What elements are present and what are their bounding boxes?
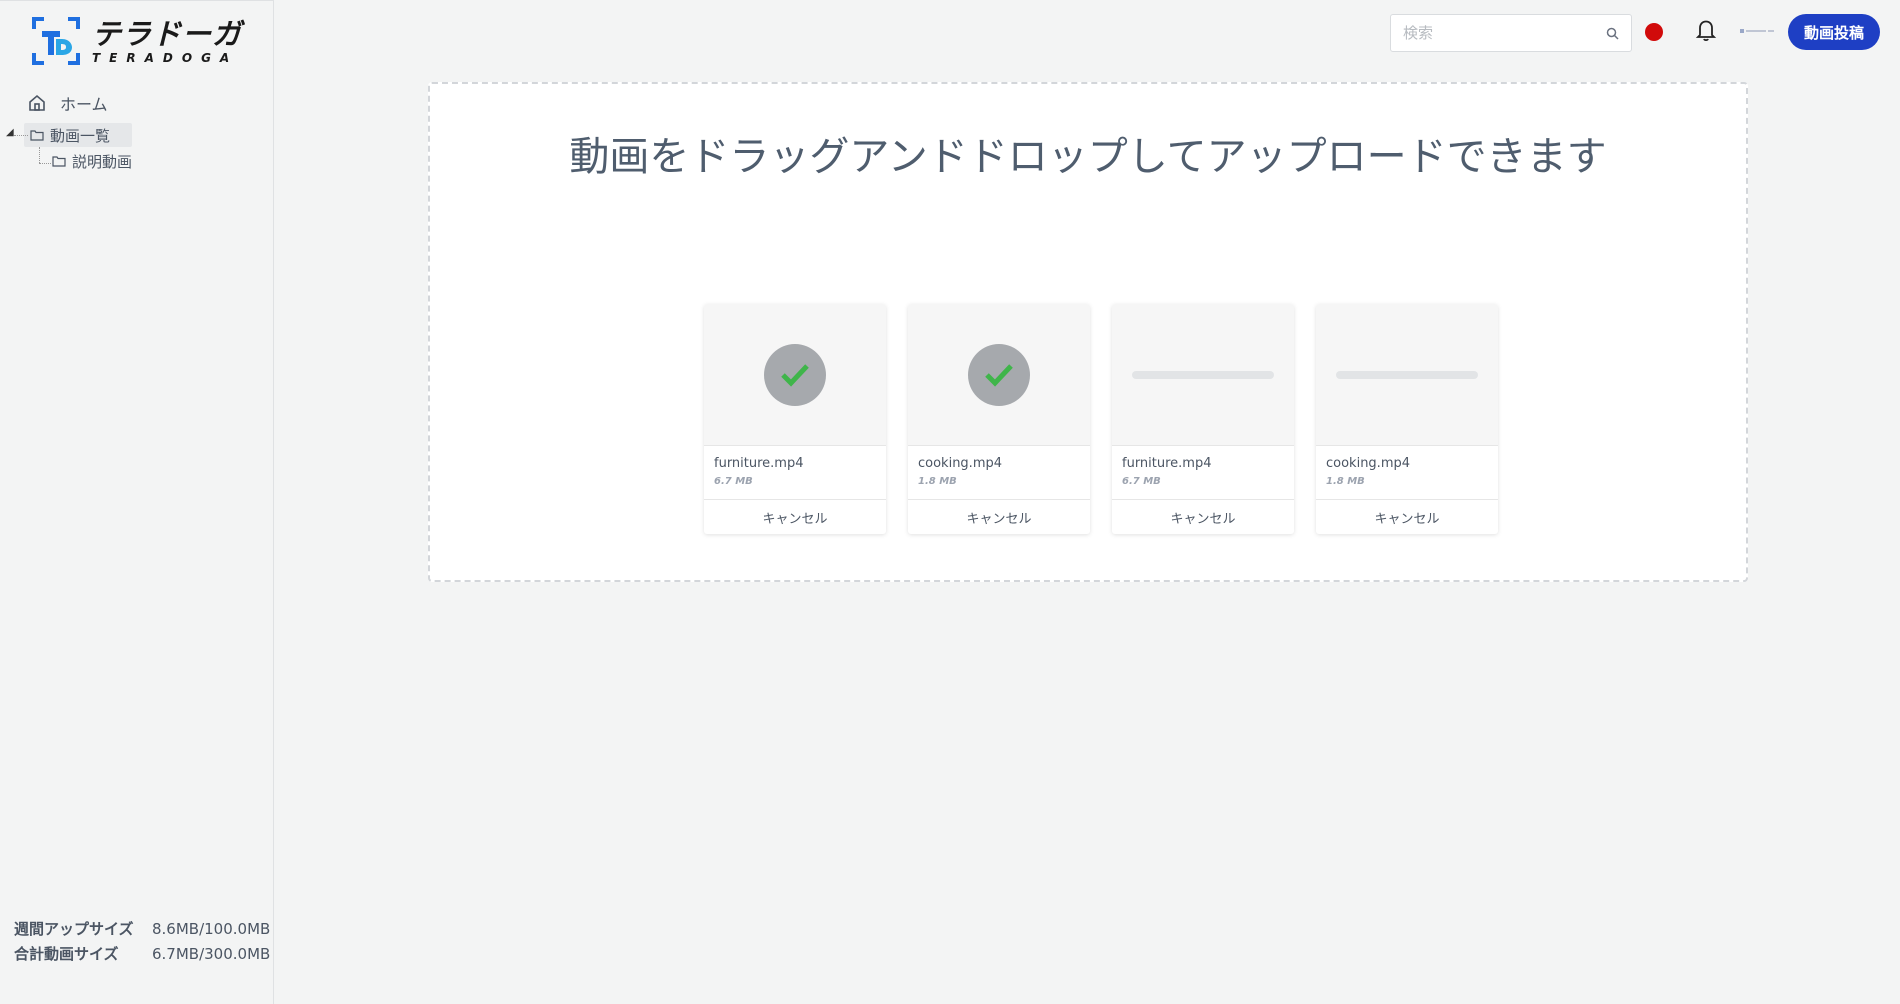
upload-complete-icon	[764, 343, 826, 406]
upload-progress-bar	[1336, 370, 1478, 379]
search-input[interactable]	[1403, 24, 1606, 42]
file-name: furniture.mp4	[714, 456, 804, 471]
japan-flag-icon[interactable]	[1645, 23, 1663, 41]
cancel-upload-button[interactable]: キャンセル	[1112, 500, 1294, 534]
file-name: furniture.mp4	[1122, 456, 1212, 471]
file-thumbnail	[1316, 304, 1498, 446]
file-info: cooking.mp4 1.8 MB	[1316, 446, 1498, 500]
file-size: 1.8 MB	[918, 476, 957, 487]
logo-subtitle: TERADOGA	[92, 51, 239, 65]
tree-item-label: 説明動画	[72, 152, 133, 171]
logo-title: テラドーガ	[92, 17, 243, 51]
sidebar-item-home[interactable]: ホーム	[28, 91, 108, 115]
usage-value: 6.7MB/300.0MB	[152, 945, 271, 963]
home-icon	[29, 94, 45, 111]
upload-dropzone[interactable]: 動画をドラッグアンドドロップしてアップロードできます furniture.mp4…	[428, 82, 1748, 582]
upload-progress-bar	[1132, 370, 1274, 379]
file-size: 1.8 MB	[1326, 476, 1365, 487]
dropzone-title: 動画をドラッグアンドドロップしてアップロードできます	[569, 134, 1607, 180]
td-logo-mark-icon	[32, 17, 80, 65]
cancel-upload-button[interactable]: キャンセル	[908, 500, 1090, 534]
tree-connector	[39, 163, 51, 164]
check-icon	[985, 363, 1013, 387]
folder-tree: ◢ 動画一覧 説明動画	[4, 123, 133, 173]
upload-file-card: cooking.mp4 1.8 MB キャンセル	[1316, 304, 1498, 534]
usage-label: 合計動画サイズ	[14, 945, 119, 963]
file-size: 6.7 MB	[714, 476, 753, 487]
account-badge-icon[interactable]	[1740, 28, 1774, 34]
file-size: 6.7 MB	[1122, 476, 1161, 487]
tree-connector	[39, 147, 40, 163]
upload-file-list: furniture.mp4 6.7 MB キャンセル cooking.mp4 1…	[704, 304, 1498, 534]
sidebar-item-label: ホーム	[60, 95, 108, 114]
teradoga-logo[interactable]: テラドーガ TERADOGA	[30, 15, 242, 67]
tree-item-video-list[interactable]: 動画一覧	[24, 123, 133, 147]
cancel-upload-button[interactable]: キャンセル	[1316, 500, 1498, 534]
file-name: cooking.mp4	[1326, 456, 1411, 471]
search-icon[interactable]	[1606, 27, 1619, 40]
tree-item-explainer[interactable]: 説明動画	[52, 149, 132, 173]
file-thumbnail	[908, 304, 1090, 446]
folder-icon	[30, 130, 44, 141]
tree-expand-icon[interactable]: ◢	[6, 127, 14, 138]
upload-file-card: cooking.mp4 1.8 MB キャンセル	[908, 304, 1090, 534]
file-thumbnail	[704, 304, 886, 446]
upload-file-card: furniture.mp4 6.7 MB キャンセル	[704, 304, 886, 534]
tree-item-label: 動画一覧	[50, 126, 111, 145]
upload-complete-icon	[968, 343, 1030, 406]
file-info: furniture.mp4 6.7 MB	[704, 446, 886, 500]
file-info: cooking.mp4 1.8 MB	[908, 446, 1090, 500]
cancel-upload-button[interactable]: キャンセル	[704, 500, 886, 534]
upload-file-card: furniture.mp4 6.7 MB キャンセル	[1112, 304, 1294, 534]
post-video-button[interactable]: 動画投稿	[1788, 14, 1880, 50]
file-info: furniture.mp4 6.7 MB	[1112, 446, 1294, 500]
file-thumbnail	[1112, 304, 1294, 446]
search-box	[1390, 14, 1632, 52]
bell-icon[interactable]	[1692, 16, 1720, 44]
usage-value: 8.6MB/100.0MB	[152, 920, 271, 938]
check-icon	[781, 363, 809, 387]
tree-connector	[14, 135, 28, 136]
storage-usage: 週間アップサイズ 8.6MB/100.0MB 合計動画サイズ 6.7MB/300…	[14, 917, 270, 967]
usage-row: 週間アップサイズ 8.6MB/100.0MB	[14, 917, 270, 942]
sidebar: テラドーガ TERADOGA ホーム ◢ 動画一覧 説明動画 週間アップサイズ …	[0, 0, 274, 1004]
usage-row: 合計動画サイズ 6.7MB/300.0MB	[14, 942, 270, 967]
folder-icon	[52, 156, 66, 167]
file-name: cooking.mp4	[918, 456, 1003, 471]
usage-label: 週間アップサイズ	[14, 920, 134, 938]
